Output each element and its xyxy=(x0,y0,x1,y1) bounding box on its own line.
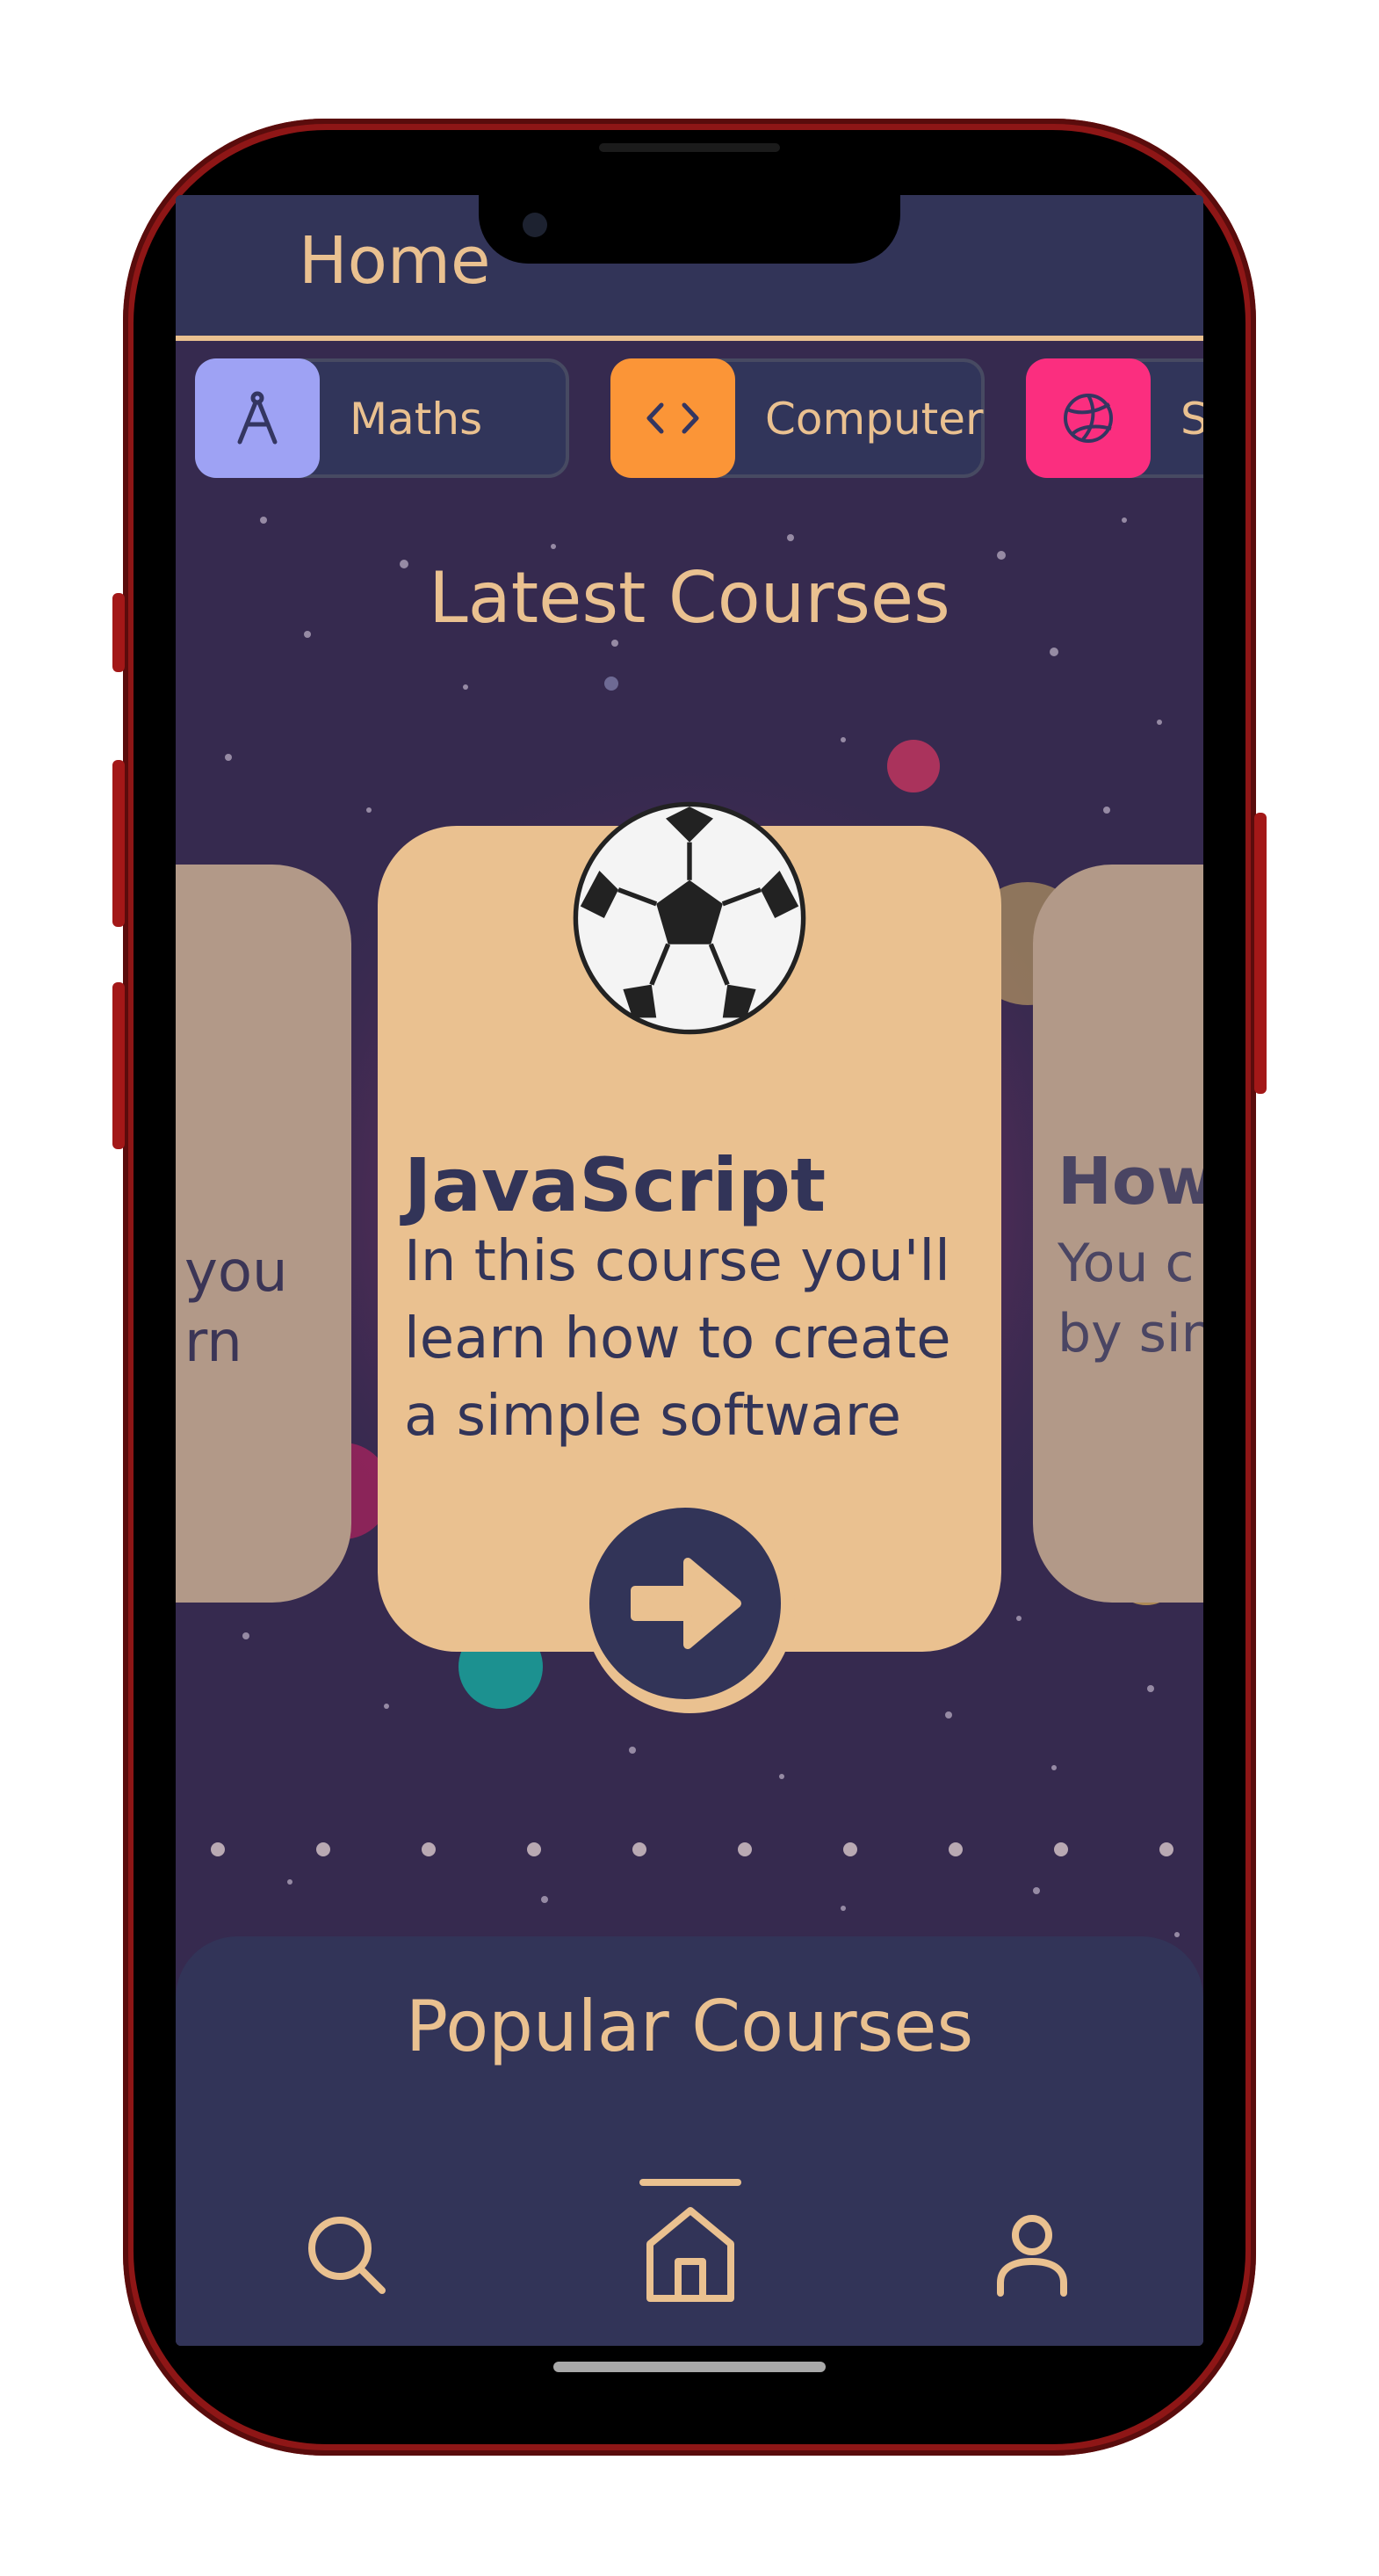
course-desc-line: by sin xyxy=(1058,1303,1203,1364)
compass-icon xyxy=(237,391,278,445)
popular-courses-title: Popular Courses xyxy=(405,1986,974,2067)
speaker-grille xyxy=(599,143,780,152)
nav-home[interactable] xyxy=(641,2203,740,2305)
category-icon-bg xyxy=(610,358,735,478)
latest-courses-title: Latest Courses xyxy=(429,557,950,639)
category-chip-sports[interactable]: S xyxy=(1026,358,1203,478)
category-label: S xyxy=(1180,394,1203,445)
category-icon-bg xyxy=(1026,358,1151,478)
volume-down-button xyxy=(112,982,125,1149)
course-card-next[interactable]: How You c by sin xyxy=(1033,865,1203,1603)
course-title: How xyxy=(1058,1144,1203,1219)
nav-search[interactable] xyxy=(299,2207,395,2304)
course-desc-line: a simple software xyxy=(404,1384,901,1449)
category-chip-maths[interactable]: Maths xyxy=(195,358,569,478)
page-title: Home xyxy=(299,223,491,299)
course-desc-line: learn how to create xyxy=(404,1306,951,1371)
volleyball-icon xyxy=(1064,394,1113,443)
volume-up-button xyxy=(112,760,125,927)
search-icon xyxy=(308,2217,386,2294)
code-icon xyxy=(646,402,699,434)
course-desc-line: rn xyxy=(184,1310,242,1375)
category-label: Computer xyxy=(765,394,984,445)
app-screen: Home Maths Computer S Latest Courses you… xyxy=(176,195,1203,2346)
soccer-ball-icon xyxy=(573,801,806,1035)
nav-active-indicator xyxy=(639,2179,741,2186)
home-icon xyxy=(646,2207,734,2302)
course-desc-line: You c xyxy=(1058,1233,1195,1294)
home-indicator[interactable] xyxy=(553,2362,826,2372)
open-course-button[interactable] xyxy=(584,1502,795,1713)
category-chip-computer[interactable]: Computer xyxy=(610,358,985,478)
front-camera xyxy=(523,213,547,237)
course-desc-line: you xyxy=(184,1240,288,1305)
course-title: JavaScript xyxy=(404,1142,827,1228)
camera-notch xyxy=(479,195,900,264)
category-label: Maths xyxy=(350,394,483,445)
power-button xyxy=(1254,813,1267,1094)
nav-profile[interactable] xyxy=(984,2207,1080,2304)
arrow-right-icon xyxy=(631,1558,741,1649)
open-course-button-inner xyxy=(589,1508,781,1699)
user-icon xyxy=(997,2215,1067,2297)
category-icon-bg xyxy=(195,358,320,478)
course-desc-line: In this course you'll xyxy=(404,1229,950,1294)
course-card-prev[interactable]: you rn xyxy=(176,865,351,1603)
mute-switch xyxy=(112,593,125,672)
